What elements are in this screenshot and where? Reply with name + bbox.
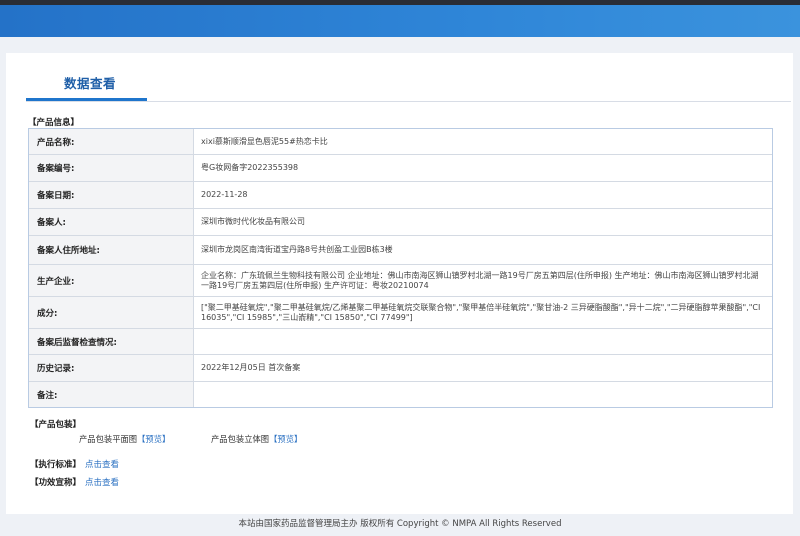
packaging-solid-preview-link[interactable]: 【预览】 (269, 434, 302, 444)
table-row: 备注: (29, 382, 772, 407)
row-value: ["聚二甲基硅氧烷","聚二甲基硅氧烷/乙烯基聚二甲基硅氧烷交联聚合物","聚甲… (201, 302, 761, 322)
row-label: 历史记录: (29, 355, 194, 381)
row-label: 备案后监督检查情况: (29, 329, 194, 354)
table-row: 备案后监督检查情况: (29, 329, 772, 355)
row-value: 2022-11-28 (201, 190, 248, 199)
row-label: 产品名称: (29, 129, 194, 154)
table-row: 产品名称: xixi慕斯顺滑显色唇泥55#热恋卡比 (29, 129, 772, 155)
row-label: 备案编号: (29, 155, 194, 181)
efficacy-view-link[interactable]: 点击查看 (85, 476, 119, 488)
active-tab-indicator (26, 98, 147, 101)
row-label: 成分: (29, 297, 194, 328)
content-card: 数据查看 【产品信息】 产品名称: xixi慕斯顺滑显色唇泥55#热恋卡比 备案… (6, 53, 793, 514)
efficacy-section-label: 【功效宣称】 (30, 478, 82, 488)
row-label: 备案人: (29, 209, 194, 235)
row-value: 企业名称：广东琉佩兰生物科技有限公司 企业地址：佛山市南海区狮山镇罗村北湖一路1… (201, 270, 759, 290)
row-value: xixi慕斯顺滑显色唇泥55#热恋卡比 (201, 136, 328, 146)
row-label: 备案日期: (29, 182, 194, 208)
row-label: 备注: (29, 382, 194, 407)
table-row: 备案人: 深圳市微时代化妆品有限公司 (29, 209, 772, 236)
tab-bar: 数据查看 (26, 53, 791, 102)
packaging-flat-label: 产品包装平面图 (79, 434, 138, 444)
product-info-table: 产品名称: xixi慕斯顺滑显色唇泥55#热恋卡比 备案编号: 粤G妆网备字20… (28, 128, 773, 408)
row-label: 备案人住所地址: (29, 236, 194, 264)
standard-view-link[interactable]: 点击查看 (85, 458, 119, 470)
row-value: 2022年12月05日 首次备案 (201, 363, 301, 372)
table-row: 备案人住所地址: 深圳市龙岗区南湾街道宝丹路8号共创盈工业园B栋3楼 (29, 236, 772, 265)
table-row: 生产企业: 企业名称：广东琉佩兰生物科技有限公司 企业地址：佛山市南海区狮山镇罗… (29, 265, 772, 297)
header-banner (0, 5, 800, 37)
row-value: 深圳市微时代化妆品有限公司 (201, 217, 305, 226)
table-row: 备案日期: 2022-11-28 (29, 182, 772, 209)
product-info-section-label: 【产品信息】 (28, 118, 80, 128)
row-label: 生产企业: (29, 265, 194, 296)
row-value: 深圳市龙岗区南湾街道宝丹路8号共创盈工业园B栋3楼 (201, 245, 393, 254)
row-value (194, 382, 772, 407)
packaging-solid-label: 产品包装立体图 (211, 434, 270, 444)
table-row: 历史记录: 2022年12月05日 首次备案 (29, 355, 772, 382)
packaging-flat-preview-link[interactable]: 【预览】 (137, 434, 170, 444)
row-value (194, 329, 772, 354)
standard-section-label: 【执行标准】 (30, 460, 82, 470)
tab-data-view[interactable]: 数据查看 (64, 73, 116, 92)
packaging-section-label: 【产品包装】 (30, 420, 82, 430)
table-row: 备案编号: 粤G妆网备字2022355398 (29, 155, 772, 182)
row-value: 粤G妆网备字2022355398 (201, 163, 299, 172)
packaging-flat: 产品包装平面图【预览】 (79, 433, 170, 445)
footer-copyright: 本站由国家药品监督管理局主办 版权所有 Copyright © NMPA All… (238, 519, 562, 529)
packaging-solid: 产品包装立体图【预览】 (211, 433, 302, 445)
table-row: 成分: ["聚二甲基硅氧烷","聚二甲基硅氧烷/乙烯基聚二甲基硅氧烷交联聚合物"… (29, 297, 772, 329)
